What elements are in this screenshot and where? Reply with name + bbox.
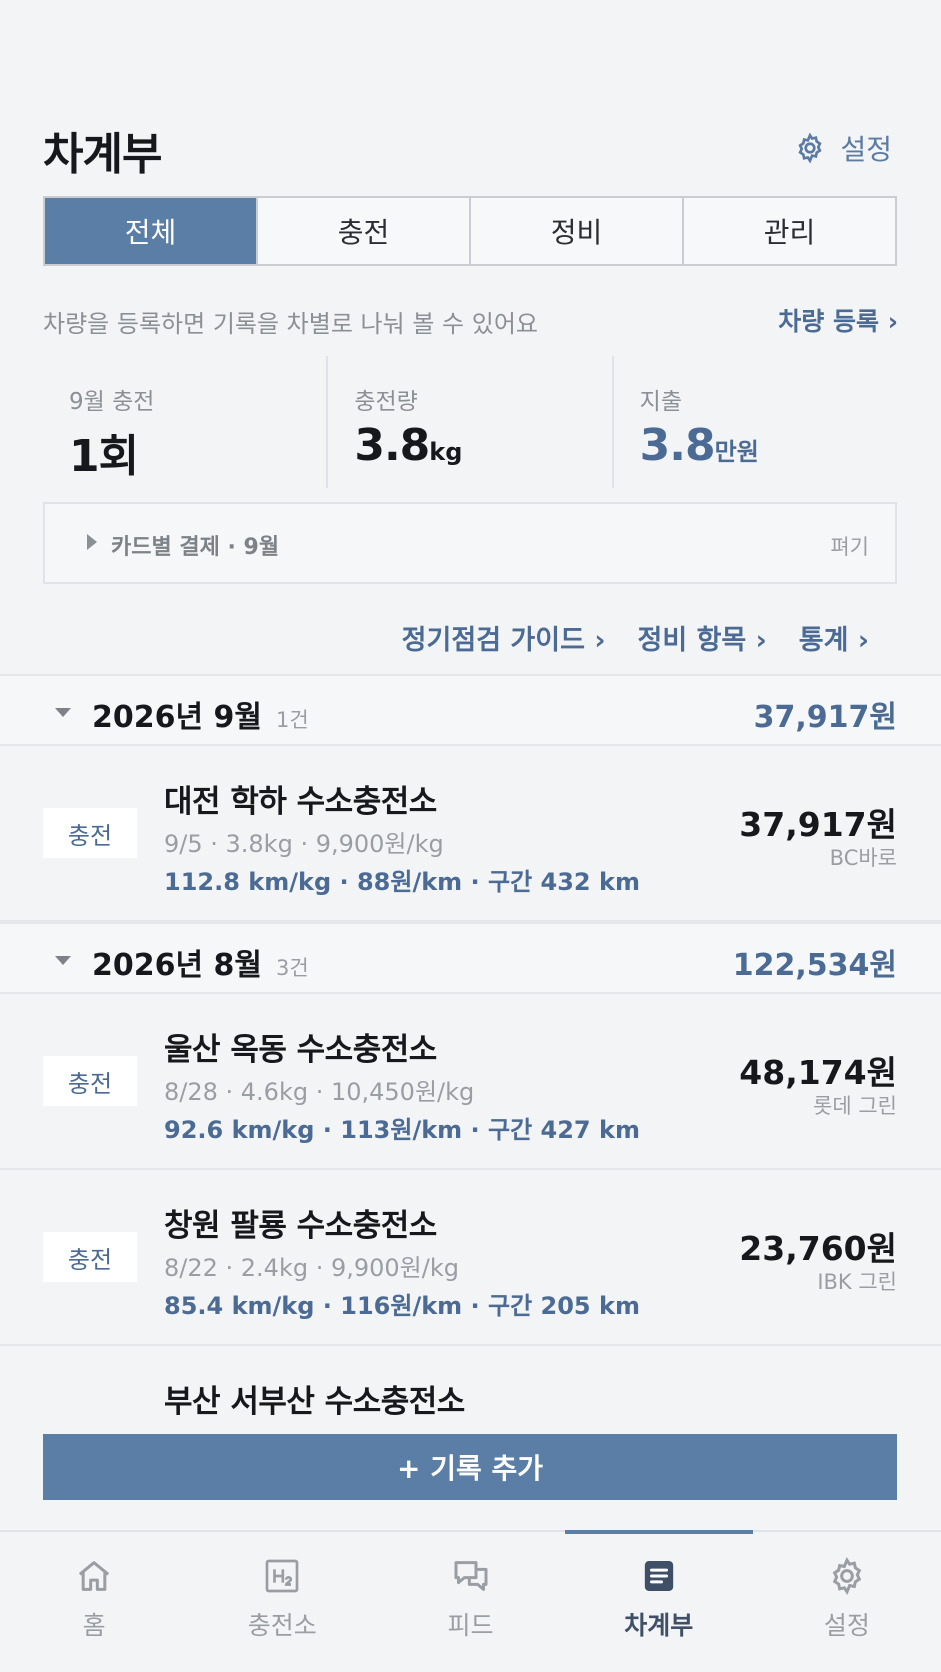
tab-maintenance[interactable]: 정비 bbox=[469, 198, 682, 264]
nav-item-stations[interactable]: 충전소 bbox=[188, 1532, 376, 1672]
stat-number: 3.8 bbox=[354, 420, 430, 471]
inspection-guide-link[interactable]: 정기점검 가이드 › bbox=[402, 618, 606, 657]
record-amount: 48,174원 bbox=[739, 1053, 897, 1092]
month-total: 122,534원 bbox=[732, 948, 897, 983]
add-record-button[interactable]: + 기록 추가 bbox=[43, 1434, 897, 1500]
header: 차계부 설정 bbox=[43, 112, 898, 182]
nav-item-feed[interactable]: 피드 bbox=[376, 1532, 564, 1672]
record-efficiency: 85.4 km/kg · 116원/km · 구간 205 km bbox=[164, 1292, 640, 1320]
month-title: 2026년 9월 1건 bbox=[92, 692, 309, 736]
stat-charge-amount: 충전량 3.8kg bbox=[326, 356, 611, 488]
station-name: 울산 옥동 수소충전소 bbox=[164, 1032, 437, 1068]
quick-links: 정기점검 가이드 › 정비 항목 › 통계 › bbox=[402, 618, 869, 657]
station-name: 부산 서부산 수소충전소 bbox=[164, 1384, 465, 1420]
screen: 차계부 설정 전체 충전 정비 관리 차량을 등록하면 기록을 차별로 나눠 볼… bbox=[0, 0, 941, 1672]
record-meta: 9/5 · 3.8kg · 9,900원/kg bbox=[164, 830, 444, 858]
stat-expense: 지출 3.8만원 bbox=[611, 356, 897, 488]
stat-value: 3.8만원 bbox=[640, 420, 897, 471]
station-name: 대전 학하 수소충전소 bbox=[164, 784, 437, 820]
gear-icon bbox=[832, 1557, 862, 1595]
month-header-august[interactable]: 2026년 8월 3건 122,534원 bbox=[0, 922, 941, 994]
month-count: 3건 bbox=[276, 956, 309, 980]
record-meta: 8/28 · 4.6kg · 10,450원/kg bbox=[164, 1078, 475, 1106]
record-efficiency: 112.8 km/kg · 88원/km · 구간 432 km bbox=[164, 868, 640, 896]
record-type-chip: 충전 bbox=[43, 1232, 137, 1282]
card-payment-label: 카드별 결제 · 9월 bbox=[111, 535, 280, 560]
nav-item-home[interactable]: 홈 bbox=[0, 1532, 188, 1672]
record-efficiency: 92.6 km/kg · 113원/km · 구간 427 km bbox=[164, 1116, 640, 1144]
nav-label: 피드 bbox=[447, 1611, 494, 1640]
month-label: 2026년 9월 bbox=[92, 700, 263, 735]
record-meta: 8/22 · 2.4kg · 9,900원/kg bbox=[164, 1254, 459, 1282]
tab-charge[interactable]: 충전 bbox=[256, 198, 469, 264]
month-total: 37,917원 bbox=[753, 700, 897, 735]
nav-item-settings[interactable]: 설정 bbox=[753, 1532, 941, 1672]
ledger-icon bbox=[644, 1561, 673, 1591]
record-type-chip: 충전 bbox=[43, 808, 137, 858]
home-icon bbox=[78, 1561, 110, 1591]
record-item[interactable]: 충전 대전 학하 수소충전소 9/5 · 3.8kg · 9,900원/kg 1… bbox=[0, 746, 941, 922]
record-amount: 37,917원 bbox=[739, 805, 897, 844]
notice-text: 차량을 등록하면 기록을 차별로 나눠 볼 수 있어요 bbox=[43, 310, 539, 338]
record-item[interactable]: 충전 울산 옥동 수소충전소 8/28 · 4.6kg · 10,450원/kg… bbox=[0, 994, 941, 1170]
stat-number: 3.8 bbox=[639, 420, 716, 471]
nav-label: 충전소 bbox=[247, 1611, 317, 1640]
record-amount: 23,760원 bbox=[739, 1229, 897, 1268]
record-card: IBK 그린 bbox=[817, 1270, 897, 1294]
stat-label: 9월 충전 bbox=[69, 389, 155, 415]
page-title: 차계부 bbox=[43, 129, 162, 180]
monthly-stats: 9월 충전 1회 충전량 3.8kg 지출 3.8만원 bbox=[43, 356, 897, 488]
stat-value: 1회 bbox=[69, 420, 326, 484]
gear-icon bbox=[798, 132, 823, 164]
stat-label: 지출 bbox=[639, 389, 682, 415]
record-item[interactable]: 충전 창원 팔룡 수소충전소 8/22 · 2.4kg · 9,900원/kg … bbox=[0, 1170, 941, 1346]
stat-unit: kg bbox=[429, 438, 463, 466]
h2-station-icon bbox=[265, 1559, 299, 1593]
chat-icon bbox=[454, 1561, 487, 1591]
stat-number: 1회 bbox=[69, 431, 139, 482]
maintenance-items-link[interactable]: 정비 항목 › bbox=[637, 618, 766, 657]
tab-all[interactable]: 전체 bbox=[45, 198, 256, 264]
stat-unit: 만원 bbox=[714, 438, 759, 466]
stat-label: 충전량 bbox=[354, 389, 418, 415]
vehicle-notice: 차량을 등록하면 기록을 차별로 나눠 볼 수 있어요 차량 등록 › bbox=[43, 300, 898, 340]
month-header-september[interactable]: 2026년 9월 1건 37,917원 bbox=[0, 674, 941, 746]
nav-label: 설정 bbox=[823, 1611, 870, 1640]
record-type-chip: 충전 bbox=[43, 1056, 137, 1106]
month-count: 1건 bbox=[276, 708, 309, 732]
stat-charge-count: 9월 충전 1회 bbox=[43, 356, 326, 488]
triangle-right-icon bbox=[87, 534, 97, 550]
card-payment-toggle[interactable]: 카드별 결제 · 9월 펴기 bbox=[43, 502, 897, 584]
station-name: 창원 팔룡 수소충전소 bbox=[164, 1208, 437, 1244]
caret-down-icon bbox=[55, 956, 71, 965]
nav-label: 차계부 bbox=[624, 1611, 694, 1640]
settings-link[interactable]: 설정 bbox=[794, 128, 892, 168]
filter-tabs: 전체 충전 정비 관리 bbox=[43, 196, 897, 266]
register-vehicle-link[interactable]: 차량 등록 › bbox=[778, 302, 898, 338]
month-title: 2026년 8월 3건 bbox=[92, 940, 309, 984]
nav-item-ledger[interactable]: 차계부 bbox=[564, 1530, 754, 1672]
month-label: 2026년 8월 bbox=[92, 948, 263, 983]
stat-value: 3.8kg bbox=[354, 420, 611, 471]
bottom-nav: 홈 충전소 피드 차계부 설정 bbox=[0, 1530, 941, 1672]
nav-label: 홈 bbox=[82, 1611, 106, 1640]
caret-down-icon bbox=[55, 708, 71, 717]
record-card: 롯데 그린 bbox=[813, 1094, 897, 1118]
statistics-link[interactable]: 통계 › bbox=[799, 618, 869, 657]
expand-label: 펴기 bbox=[830, 535, 869, 559]
tab-management[interactable]: 관리 bbox=[682, 198, 895, 264]
record-card: BC바로 bbox=[829, 846, 897, 870]
settings-label: 설정 bbox=[840, 133, 892, 166]
